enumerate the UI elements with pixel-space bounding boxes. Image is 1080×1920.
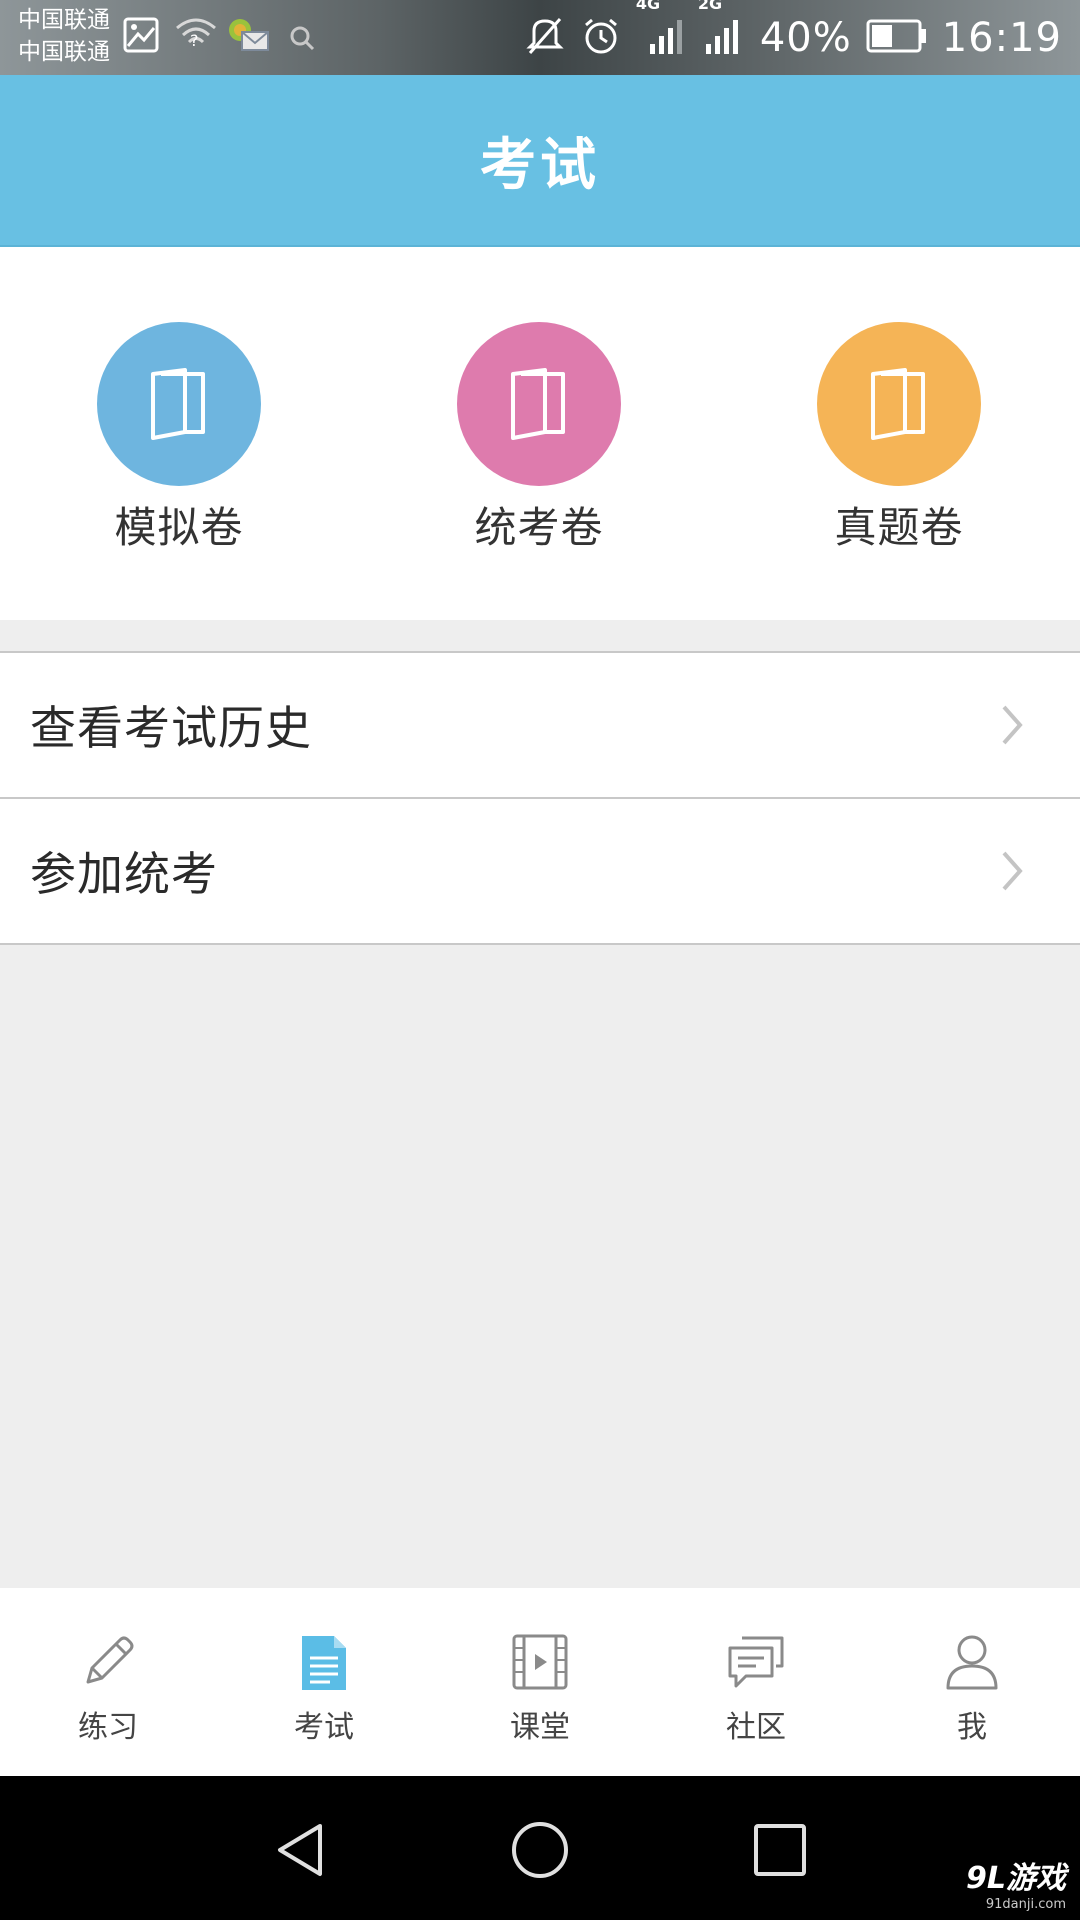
signal-2g-icon	[705, 19, 738, 54]
tab-me[interactable]: 我	[864, 1588, 1080, 1776]
chevron-right-icon	[998, 847, 1026, 899]
book-icon	[871, 368, 925, 440]
category-past-papers[interactable]: 真题卷	[779, 322, 1019, 562]
watermark-main: 9L游戏	[966, 1861, 1066, 1896]
home-button[interactable]	[510, 1820, 570, 1880]
bottom-tab-bar: 练习 考试 课堂 社区 我	[0, 1588, 1080, 1776]
category-past-papers-circle	[817, 322, 981, 486]
action-list: 查看考试历史 参加统考	[0, 651, 1080, 945]
category-section: 模拟卷 统考卷 真题卷	[0, 247, 1080, 620]
app-header: 考试	[0, 75, 1080, 247]
svg-text:?: ?	[190, 31, 199, 50]
tab-community[interactable]: 社区	[648, 1588, 864, 1776]
wifi-question-icon: ?	[175, 16, 217, 58]
recents-button[interactable]	[750, 1820, 810, 1880]
tab-community-label: 社区	[726, 1710, 786, 1745]
tab-practice-label: 练习	[78, 1710, 138, 1745]
network-4g: 4G	[636, 0, 684, 60]
page-title: 考试	[480, 132, 600, 198]
tab-practice[interactable]: 练习	[0, 1588, 216, 1776]
user-icon	[946, 1635, 998, 1690]
book-icon	[151, 368, 205, 440]
category-unified-exam-label: 统考卷	[474, 503, 604, 552]
signal-4g-icon	[649, 19, 682, 54]
list-item-exam-history-label: 查看考试历史	[30, 701, 312, 755]
network-2g-label: 2G	[697, 0, 723, 13]
document-icon	[302, 1636, 346, 1690]
mute-icon	[524, 15, 566, 61]
pencil-icon	[86, 1636, 134, 1684]
category-unified-exam-circle	[457, 322, 621, 486]
tab-exam-label: 考试	[294, 1710, 354, 1745]
network-2g: 2G	[698, 0, 746, 60]
list-item-join-unified-exam-label: 参加统考	[30, 847, 218, 901]
chevron-right-icon	[998, 701, 1026, 753]
clock: 16:19	[941, 14, 1062, 61]
category-mock-exam[interactable]: 模拟卷	[59, 322, 299, 562]
screen: 中国联通 中国联通 ? 4G 2G 40% 16:19 考试 模拟卷 统考卷 真…	[0, 0, 1080, 1920]
list-item-join-unified-exam[interactable]: 参加统考	[0, 799, 1080, 945]
battery-icon	[866, 18, 928, 58]
carrier-1: 中国联通	[18, 7, 110, 33]
back-triangle-icon	[278, 1824, 322, 1876]
chat-icon	[728, 1636, 784, 1688]
carrier-2: 中国联通	[18, 39, 110, 65]
tab-me-label: 我	[957, 1710, 987, 1745]
back-button[interactable]	[270, 1820, 330, 1880]
list-item-exam-history[interactable]: 查看考试历史	[0, 653, 1080, 799]
system-nav-bar: 9L游戏 91danji.com	[0, 1776, 1080, 1920]
watermark: 9L游戏 91danji.com	[966, 1853, 1066, 1912]
message-notification-icon	[226, 16, 272, 58]
alarm-icon	[580, 15, 622, 61]
carrier-info: 中国联通 中国联通	[18, 4, 110, 68]
tab-exam[interactable]: 考试	[216, 1588, 432, 1776]
image-notification-icon	[122, 16, 160, 58]
tab-classroom[interactable]: 课堂	[432, 1588, 648, 1776]
category-past-papers-label: 真题卷	[834, 503, 964, 552]
status-bar: 中国联通 中国联通 ? 4G 2G 40% 16:19	[0, 0, 1080, 75]
home-circle-icon	[512, 1822, 568, 1878]
search-icon	[288, 24, 316, 56]
category-mock-exam-label: 模拟卷	[114, 503, 244, 552]
status-right: 4G 2G 40% 16:19	[524, 0, 1062, 75]
video-icon	[512, 1634, 568, 1690]
category-mock-exam-circle	[97, 322, 261, 486]
book-icon	[511, 368, 565, 440]
tab-classroom-label: 课堂	[510, 1710, 570, 1745]
recents-square-icon	[754, 1824, 806, 1876]
category-unified-exam[interactable]: 统考卷	[419, 322, 659, 562]
watermark-sub: 91danji.com	[985, 1897, 1066, 1912]
network-4g-label: 4G	[635, 0, 661, 13]
battery-percent: 40%	[759, 14, 852, 61]
